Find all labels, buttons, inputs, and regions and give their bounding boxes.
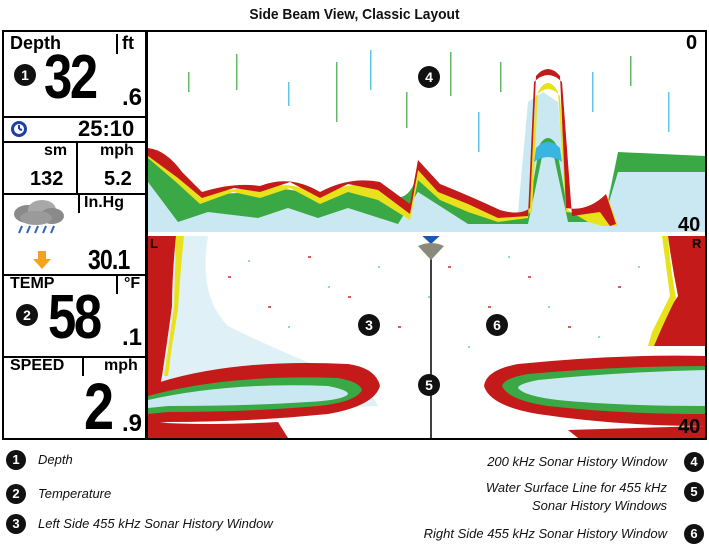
speed-decimal: .9 <box>122 410 143 437</box>
fishfinder-screen: Depth ft 32 .6 25:10 sm mph 132 5.2 In.H… <box>2 30 707 443</box>
legend-badge-4: 4 <box>684 452 704 472</box>
sonar-455khz-side-windows <box>148 236 705 438</box>
depth-header-divider <box>116 34 118 54</box>
timer-value: 25:10 <box>78 116 135 141</box>
legend-item-left-side: Left Side 455 kHz Sonar History Window <box>38 516 273 531</box>
top-scale-zero: 0 <box>686 32 698 54</box>
right-side-marker: R <box>692 236 702 251</box>
depth-unit: ft <box>122 33 134 53</box>
weather-cloud-rain-icon <box>14 200 64 234</box>
temp-decimal: .1 <box>122 324 143 351</box>
pressure-trend-arrow-icon <box>33 251 51 269</box>
pressure-divider <box>78 195 80 213</box>
legend-badge-2: 2 <box>6 484 26 504</box>
figure-title: Side Beam View, Classic Layout <box>249 6 460 23</box>
left-side-marker: L <box>150 236 158 251</box>
distance-value: 132 <box>30 168 64 190</box>
speed-small-value: 5.2 <box>104 168 132 190</box>
speed-value: 2 <box>84 369 114 443</box>
top-scale-max: 40 <box>678 214 701 236</box>
bottom-blue-scatter <box>248 256 640 348</box>
pressure-value: 30.1 <box>88 244 130 275</box>
temp-header-divider <box>116 276 118 294</box>
callout-6: 6 <box>486 314 508 336</box>
transducer-cone-icon <box>418 243 444 260</box>
temp-value: 58 <box>48 283 102 352</box>
legend-badge-6: 6 <box>684 524 704 544</box>
speed-unit-small: mph <box>100 142 134 159</box>
digital-readout-panel: Depth ft 32 .6 25:10 sm mph 132 5.2 In.H… <box>4 32 148 443</box>
trip-divider <box>76 143 78 193</box>
legend-item-temperature: Temperature <box>38 486 112 501</box>
left-lower-red <box>148 422 288 438</box>
legend-item-right-side: Right Side 455 kHz Sonar History Window <box>423 526 667 541</box>
callout-3: 3 <box>358 314 380 336</box>
legend-item-water-surface-line-1: Water Surface Line for 455 kHz <box>485 480 667 495</box>
legend-badge-5: 5 <box>684 482 704 502</box>
legend-badge-1: 1 <box>6 450 26 470</box>
left-side-455khz-history-window <box>148 236 380 438</box>
depth-value: 32 <box>44 43 98 112</box>
legend-item-water-surface-line-2: Sonar History Windows <box>532 498 667 513</box>
temp-unit: °F <box>124 275 141 292</box>
legend-item-depth: Depth <box>38 452 73 467</box>
callout-2: 2 <box>16 304 38 326</box>
callout-5: 5 <box>418 374 440 396</box>
sonar-200khz-window <box>148 50 705 232</box>
pressure-unit: In.Hg <box>84 194 124 211</box>
timer-icon <box>11 121 27 137</box>
right-side-455khz-history-window <box>484 236 705 438</box>
bottom-scale-max: 40 <box>678 416 701 438</box>
legend-badge-3: 3 <box>6 514 26 534</box>
speed-label: SPEED <box>10 357 65 374</box>
depth-decimal: .6 <box>122 84 143 111</box>
callout-4: 4 <box>418 66 440 88</box>
boat-marker-icon <box>422 236 440 244</box>
distance-unit: sm <box>44 142 68 159</box>
callout-1: 1 <box>14 64 36 86</box>
legend-item-200khz: 200 kHz Sonar History Window <box>487 454 667 469</box>
